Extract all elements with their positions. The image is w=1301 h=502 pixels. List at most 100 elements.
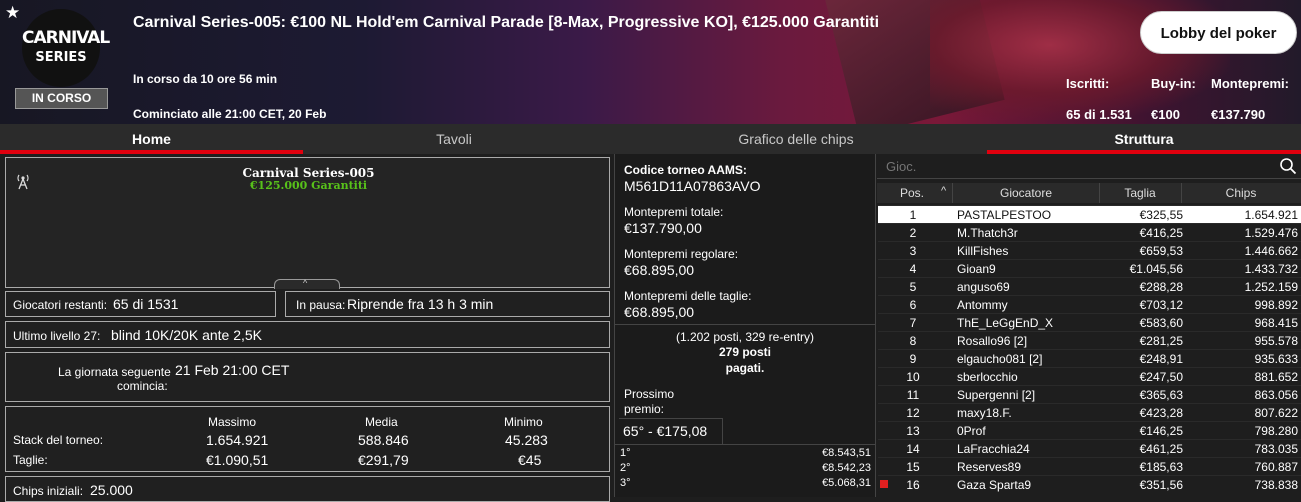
bounty-max: €1.090,51 [206,452,269,468]
bounty-avg: €291,79 [358,452,409,468]
next-day-value: 21 Feb 21:00 CET [175,362,290,378]
cell-player: sberlocchio [957,370,1018,384]
tab-structure[interactable]: Struttura [987,124,1301,154]
cell-chips: 807.622 [1254,406,1298,420]
pause-label: In pausa: [296,298,346,312]
table-row[interactable]: 7 ThE_LeGgEnD_X €583,60 968.415 [878,313,1301,331]
search-icon[interactable] [1279,157,1297,175]
cell-bounty: €185,63 [1139,460,1183,474]
next-day-label-2: comincia: [117,379,168,393]
cell-player: Reserves89 [957,460,1022,474]
cell-bounty: €248,91 [1139,352,1183,366]
last-level-label: Ultimo livello 27: [13,329,101,343]
table-row[interactable]: 12 maxy18.F. €423,28 807.622 [878,403,1301,421]
cell-chips: 1.252.159 [1244,280,1298,294]
sort-ascending-icon[interactable]: ^ [941,185,946,197]
poker-lobby-button[interactable]: Lobby del poker [1140,11,1297,54]
table-row[interactable]: 2 M.Thatch3r €416,25 1.529.476 [878,223,1301,241]
buyin-label: Buy-in: [1151,76,1196,91]
table-row[interactable]: 6 Antommy €703,12 998.892 [878,295,1301,313]
table-row[interactable]: 10 sberlocchio €247,50 881.652 [878,367,1301,385]
players-table-header: Pos. ^ Giocatore Taglia Chips [877,183,1301,203]
players-left-label: Giocatori restanti: [13,298,108,312]
favorite-star-icon[interactable]: ★ [5,3,20,23]
cell-pos: 6 [909,298,917,312]
cell-player: Gioan9 [957,262,996,276]
tournament-info-pane: Codice torneo AAMS: M561D11A07863AVO Mon… [614,154,876,497]
table-row[interactable]: 3 KillFishes €659,53 1.446.662 [878,241,1301,259]
last-level-box: Ultimo livello 27: blind 10K/20K ante 2,… [5,321,610,348]
registered-value: 65 di 1.531 [1066,107,1132,122]
next-day-label: La giornata seguente [58,365,171,379]
cell-player: M.Thatch3r [957,226,1018,240]
pause-value: Riprende fra 13 h 3 min [347,296,494,312]
tab-home[interactable]: Home [0,124,303,154]
total-prize-label: Montepremi totale: [624,205,724,219]
divider [615,324,875,325]
start-chips-box: Chips iniziali: 25.000 [5,476,610,502]
tab-tables[interactable]: Tavoli [303,124,605,154]
payout-place-1: 1° [620,447,631,459]
cell-player: Rosallo96 [2] [957,334,1028,348]
home-left-pane: Carnival Series-005 €125.000 Garantiti ^… [0,154,614,502]
cell-chips: 1.654.921 [1244,208,1298,222]
cell-player: 0Prof [957,424,986,438]
cell-chips: 1.529.476 [1244,226,1298,240]
cell-player: anguso69 [957,280,1010,294]
table-row[interactable]: 13 0Prof €146,25 798.280 [878,421,1301,439]
table-row[interactable]: 11 Supergenni [2] €365,63 863.056 [878,385,1301,403]
cell-bounty: €461,25 [1139,442,1183,456]
carnival-series-logo: CARNIVAL SERIES [22,9,110,87]
stack-avg-header: Media [365,415,398,429]
cell-pos: 10 [906,370,920,384]
bounty-prize-label: Montepremi delle taglie: [624,289,752,303]
next-prize-label: Prossimo [624,387,675,401]
cell-bounty: €281,25 [1139,334,1183,348]
chevron-up-icon: ^ [303,278,308,288]
cell-pos: 5 [909,280,917,294]
payout-place-3: 3° [620,477,631,489]
pause-box: In pausa: Riprende fra 13 h 3 min [285,291,610,317]
cell-pos: 8 [909,334,917,348]
table-row[interactable]: 15 Reserves89 €185,63 760.887 [878,457,1301,475]
cell-pos: 1 [909,208,917,222]
stack-max-header: Massimo [208,415,257,429]
cell-pos: 15 [906,460,920,474]
table-row[interactable]: 14 LaFracchia24 €461,25 783.035 [878,439,1301,457]
stack-avg: 588.846 [358,432,409,448]
column-player[interactable]: Giocatore [953,186,1099,200]
players-left-value: 65 di 1531 [113,296,179,312]
card-collapse-toggle[interactable]: ^ [274,279,340,289]
cell-chips: 738.838 [1254,478,1298,492]
table-row[interactable]: 1 PASTALPESTOO €325,55 1.654.921 [878,205,1301,223]
payout-place-2: 2° [620,462,631,474]
card-title: Carnival Series-005 [242,166,375,180]
table-row[interactable]: 9 elgaucho081 [2] €248,91 935.633 [878,349,1301,367]
cell-pos: 3 [909,244,917,258]
column-chips[interactable]: Chips [1181,186,1301,200]
cell-player: KillFishes [957,244,1009,258]
column-pos[interactable]: Pos. [900,186,924,200]
cell-chips: 935.633 [1254,352,1298,366]
start-chips-value: 25.000 [90,482,133,498]
card-guarantee: €125.000 Garantiti [249,179,368,192]
total-prize-value: €137.790,00 [624,220,702,236]
regular-prize-label: Montepremi regolare: [624,247,739,261]
cell-bounty: €416,25 [1139,226,1183,240]
table-row[interactable]: 16 Gaza Sparta9 €351,56 738.838 [878,475,1301,493]
table-row[interactable]: 4 Gioan9 €1.045,56 1.433.732 [878,259,1301,277]
cell-pos: 7 [909,316,917,330]
cell-bounty: €703,12 [1139,298,1183,312]
cell-chips: 798.280 [1254,424,1298,438]
next-prize-label-2: premio: [624,402,665,416]
cell-pos: 11 [906,388,920,402]
tab-chip-chart[interactable]: Grafico delle chips [605,124,987,154]
cell-player: ThE_LeGgEnD_X [957,316,1054,330]
table-row[interactable]: 8 Rosallo96 [2] €281,25 955.578 [878,331,1301,349]
table-row[interactable]: 5 anguso69 €288,28 1.252.159 [878,277,1301,295]
cell-chips: 783.035 [1254,442,1298,456]
cell-pos: 12 [906,406,920,420]
status-badge: IN CORSO [15,88,108,109]
player-search-input[interactable] [877,154,1301,179]
column-bounty[interactable]: Taglia [1099,186,1181,200]
